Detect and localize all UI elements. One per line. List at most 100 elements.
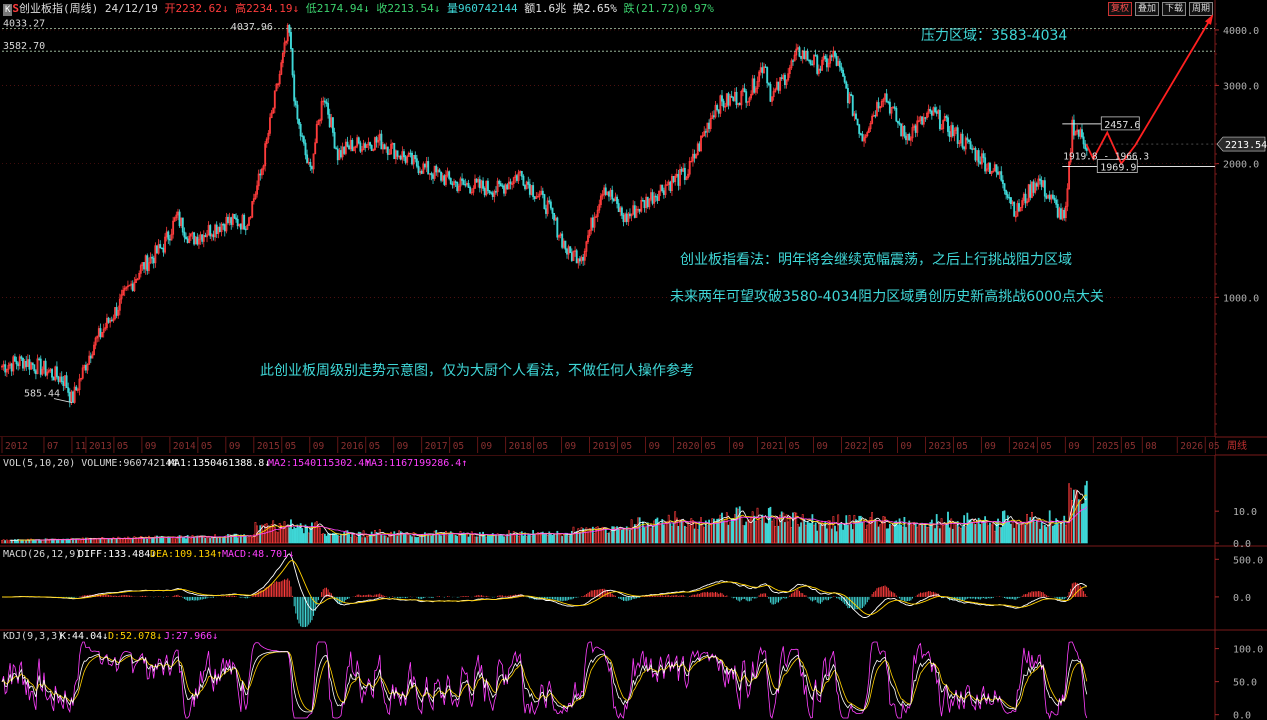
volume-bar <box>64 539 66 544</box>
volume-bar <box>643 527 646 544</box>
candle-body <box>769 84 772 102</box>
candle-body <box>938 109 941 130</box>
volume-bar <box>961 526 964 544</box>
volume-bar <box>433 530 436 544</box>
candle-body <box>346 141 349 147</box>
volume-bar <box>785 514 788 544</box>
volume-bar <box>83 539 86 544</box>
volume-bar <box>1084 485 1087 544</box>
candle-body <box>896 120 899 124</box>
volume-bar <box>638 517 641 544</box>
candle-body <box>704 131 707 133</box>
volume-bar <box>856 520 859 544</box>
volume-bar <box>861 521 864 544</box>
candle-body <box>294 100 297 106</box>
volume-bar <box>427 534 430 544</box>
volume-bar <box>976 519 978 544</box>
volume-bar <box>934 528 936 544</box>
volume-bar <box>982 520 985 544</box>
time-tick-label: 05 <box>956 441 967 452</box>
candle-body <box>1040 180 1043 187</box>
candle-body <box>1001 179 1004 184</box>
volume-bar <box>711 518 714 544</box>
volume-bar <box>477 536 480 544</box>
candle-body <box>348 145 351 150</box>
volume-bar <box>170 536 173 544</box>
volume-bar <box>780 511 783 544</box>
volume-bar <box>830 528 833 544</box>
candle-body <box>393 142 396 160</box>
volume-bar <box>335 532 338 544</box>
volume-bar <box>394 534 397 544</box>
candle-body <box>239 223 242 230</box>
volume-bar <box>709 524 712 544</box>
volume-bar <box>787 521 790 544</box>
candle-body <box>604 187 607 195</box>
candle-body <box>160 247 163 249</box>
candle-body <box>490 192 493 194</box>
volume-bar <box>301 528 304 544</box>
candle-body <box>1060 208 1062 220</box>
volume-bar <box>693 528 696 544</box>
volume-bar <box>958 526 961 544</box>
volume-bar <box>598 529 601 544</box>
candle-body <box>75 386 78 391</box>
volume-bar <box>813 524 815 544</box>
candle-body <box>309 161 312 167</box>
candle-body <box>417 165 420 174</box>
volume-bar <box>926 527 928 544</box>
candle-body <box>454 181 457 183</box>
candle-body <box>816 55 819 74</box>
volume-bar <box>620 529 623 544</box>
candle-body <box>415 158 418 167</box>
volume-bar <box>680 520 683 544</box>
volume-bar <box>955 524 957 544</box>
volume-bar <box>1066 521 1069 544</box>
volume-bar <box>288 527 291 544</box>
volume-bar <box>551 534 554 544</box>
volume-bar <box>503 536 505 544</box>
volume-bar <box>1085 480 1088 544</box>
candle-body <box>520 171 523 177</box>
macd-dea-label: DEA:109.134↑ <box>150 549 222 560</box>
volume-bar <box>78 539 81 544</box>
candle-body <box>783 74 786 86</box>
candle-body <box>1055 199 1058 205</box>
volume-bar <box>464 533 467 544</box>
volume-bar <box>737 508 740 544</box>
volume-bar <box>475 536 478 544</box>
candle-body <box>656 196 659 201</box>
candle-body <box>887 101 890 104</box>
volume-bar <box>1052 525 1054 544</box>
volume-bar <box>159 537 162 544</box>
candle-body <box>721 95 723 102</box>
volume-bar <box>532 530 535 544</box>
candle-body <box>430 173 433 176</box>
candle-body <box>859 133 862 135</box>
candle-body <box>951 125 954 137</box>
candle-body <box>359 142 362 152</box>
candle-body <box>383 144 386 150</box>
candle-body <box>629 213 631 217</box>
volume-bar <box>751 511 754 544</box>
candle-body <box>146 255 149 271</box>
volume-bar <box>837 514 840 544</box>
volume-bar <box>843 523 846 544</box>
candle-body <box>851 95 854 116</box>
candle-body <box>167 231 170 240</box>
candle-body <box>380 133 383 150</box>
volume-bar <box>800 522 802 544</box>
volume-bar <box>879 524 882 544</box>
volume-bar <box>1039 528 1041 544</box>
volume-bar <box>897 524 899 544</box>
volume-bar <box>527 533 530 544</box>
volume-bar <box>987 525 990 544</box>
volume-bar <box>992 522 995 544</box>
volume-bar <box>404 532 407 544</box>
candle-body <box>499 183 502 187</box>
volume-bar <box>1045 526 1048 544</box>
volume-bar <box>120 538 123 544</box>
time-tick-label: 2019 <box>593 441 616 452</box>
volume-bar <box>993 530 996 544</box>
candle-body <box>183 231 186 238</box>
